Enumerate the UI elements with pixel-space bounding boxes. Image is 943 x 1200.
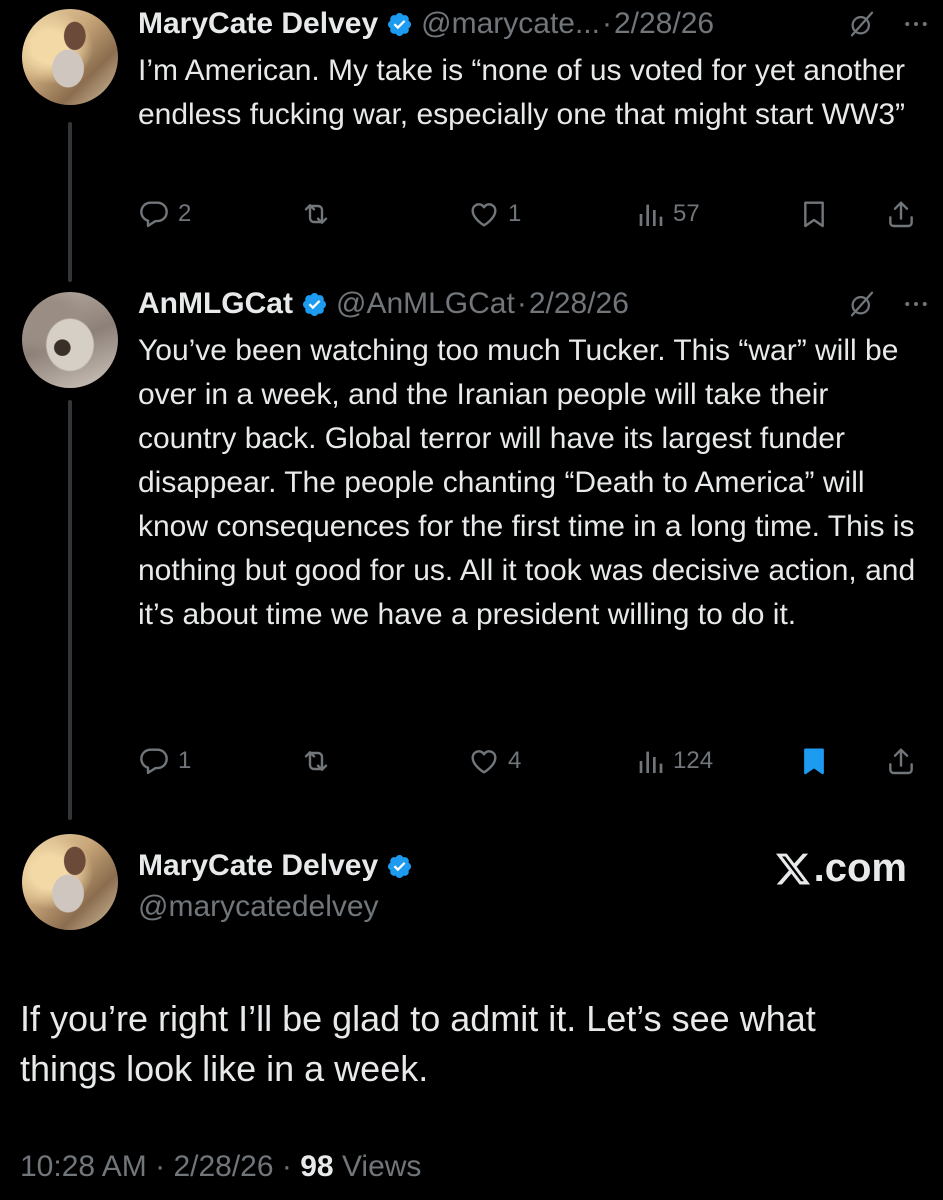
tweet-header-actions [847, 4, 931, 44]
views-button[interactable]: 57 [633, 194, 700, 234]
watermark-text: .com [813, 846, 907, 890]
x-watermark: .com [774, 846, 907, 891]
tweet-text: You’ve been watching too much Tucker. Th… [138, 334, 916, 631]
share-button[interactable] [885, 741, 917, 781]
tweet-date[interactable]: 2/28/26 [529, 287, 629, 321]
reply-icon [138, 198, 170, 230]
tweet-actions: 2 1 57 [138, 194, 923, 234]
verified-badge-icon [386, 853, 413, 880]
reply-button[interactable]: 2 [138, 194, 191, 234]
reply-count: 2 [178, 200, 192, 227]
x-logo-icon [774, 850, 812, 888]
bookmark-icon [798, 745, 830, 777]
thread-line [68, 400, 72, 820]
views-icon [633, 745, 665, 777]
repost-button[interactable] [300, 194, 340, 234]
tweet-date[interactable]: 2/28/26 [173, 1150, 273, 1183]
repost-icon [300, 198, 332, 230]
reply-button[interactable]: 1 [138, 741, 191, 781]
views-count: 98 [300, 1150, 334, 1183]
like-icon [468, 745, 500, 777]
views-button[interactable]: 124 [633, 741, 713, 781]
tweet-header: MaryCate Delvey @marycate... · 2/28/26 [138, 4, 714, 44]
reply-icon [138, 745, 170, 777]
tweet-header: AnMLGCat @AnMLGCat · 2/28/26 [138, 284, 629, 324]
separator-dot: · [516, 287, 527, 320]
thread-line [68, 122, 72, 282]
avatar[interactable] [22, 292, 118, 388]
separator-dot: · [155, 1150, 166, 1183]
main-tweet-header: MaryCate Delvey @marycatedelvey [138, 846, 421, 924]
views-count: 124 [673, 747, 714, 774]
bookmark-button[interactable] [798, 741, 830, 781]
author-handle[interactable]: @AnMLGCat [336, 287, 515, 321]
bookmark-button[interactable] [798, 194, 830, 234]
bookmark-icon [798, 198, 830, 230]
tweet-actions: 1 4 124 [138, 741, 923, 781]
separator-dot: · [281, 1150, 292, 1183]
views-label: Views [341, 1150, 422, 1183]
like-count: 4 [508, 747, 522, 774]
like-icon [468, 198, 500, 230]
grok-icon[interactable] [847, 9, 877, 39]
tweet-meta: 10:28 AM · 2/28/26 · 98 Views [20, 1150, 421, 1184]
reply-count: 1 [178, 747, 192, 774]
tweet-text: I’m American. My take is “none of us vot… [138, 54, 906, 131]
repost-button[interactable] [300, 741, 340, 781]
views-count: 57 [673, 200, 700, 227]
author-name[interactable]: MaryCate Delvey [138, 849, 378, 883]
avatar[interactable] [22, 834, 118, 930]
like-button[interactable]: 4 [468, 741, 521, 781]
avatar[interactable] [22, 9, 118, 105]
verified-badge-icon [386, 11, 413, 38]
repost-icon [300, 745, 332, 777]
author-name[interactable]: AnMLGCat [138, 287, 293, 321]
grok-icon[interactable] [847, 289, 877, 319]
tweet-time[interactable]: 10:28 AM [20, 1150, 147, 1183]
like-button[interactable]: 1 [468, 194, 521, 234]
main-tweet-text: If you’re right I’ll be glad to admit it… [20, 998, 816, 1089]
like-count: 1 [508, 200, 522, 227]
tweet-header-actions [847, 284, 931, 324]
share-icon [885, 198, 917, 230]
tweet-date[interactable]: 2/28/26 [614, 7, 714, 41]
author-handle[interactable]: @marycatedelvey [138, 890, 421, 924]
verified-badge-icon [301, 291, 328, 318]
separator-dot: · [601, 7, 612, 40]
share-button[interactable] [885, 194, 917, 234]
author-name[interactable]: MaryCate Delvey [138, 7, 378, 41]
more-icon[interactable] [901, 289, 931, 319]
author-handle[interactable]: @marycate... [421, 7, 600, 41]
share-icon [885, 745, 917, 777]
more-icon[interactable] [901, 9, 931, 39]
views-icon [633, 198, 665, 230]
